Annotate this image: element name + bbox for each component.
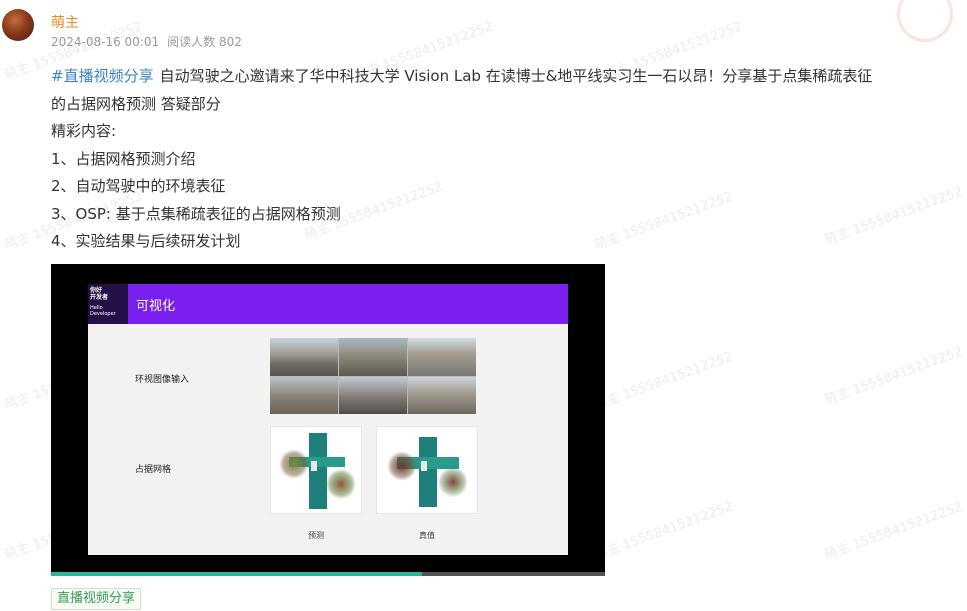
- video-progress-fill: [51, 572, 423, 576]
- hashtag-link[interactable]: #直播视频分享: [51, 67, 154, 85]
- slide-header: 你好 开发者 Hello Developer 可视化: [88, 284, 568, 324]
- post-text: 自动驾驶之心邀请来了华中科技大学 Vision Lab 在读博士&地平线实习生一…: [159, 67, 873, 85]
- occupancy-prediction-image: [270, 426, 362, 514]
- post-line: 的占据网格预测 答疑部分: [51, 94, 221, 113]
- caption-ground-truth: 真值: [419, 531, 435, 540]
- camera-image: [339, 376, 407, 414]
- camera-image: [408, 338, 476, 376]
- slide-logo: 你好 开发者 Hello Developer: [88, 284, 128, 324]
- list-item: 4、实验结果与后续研发计划: [51, 232, 241, 250]
- video-player[interactable]: 你好 开发者 Hello Developer 可视化 环视图像输入 占据网格 预…: [51, 264, 605, 576]
- post-line: 精彩内容:: [51, 122, 117, 140]
- list-item: 2、自动驾驶中的环境表征: [51, 177, 226, 195]
- topic-tag-button[interactable]: 直播视频分享: [51, 588, 142, 610]
- camera-image: [270, 338, 338, 376]
- occupancy-ground-truth-image: [376, 426, 478, 514]
- list-item: 1、占据网格预测介绍: [51, 149, 196, 168]
- post-meta: 2024-08-16 00:01 阅读人数 802: [51, 33, 242, 50]
- caption-prediction: 预测: [308, 531, 324, 540]
- post-datetime: 2024-08-16 00:01: [51, 35, 160, 49]
- surround-camera-images: [270, 338, 476, 414]
- row-label-occupancy: 占据网格: [135, 465, 172, 475]
- watermark-stamp: [897, 0, 953, 42]
- watermark: 萌主 15558415212252: [592, 499, 735, 564]
- author-name[interactable]: 萌主: [51, 12, 79, 32]
- watermark: 萌主 15558415212252: [592, 349, 735, 414]
- read-count: 阅读人数 802: [167, 35, 242, 49]
- camera-image: [270, 376, 338, 414]
- camera-image: [339, 338, 407, 376]
- post-line: #直播视频分享 自动驾驶之心邀请来了华中科技大学 Vision Lab 在读博士&…: [51, 63, 951, 91]
- video-progress-bar[interactable]: [51, 572, 605, 576]
- watermark: 萌主 15558415212252: [822, 499, 965, 564]
- slide-title: 可视化: [136, 299, 176, 314]
- post-body: #直播视频分享 自动驾驶之心邀请来了华中科技大学 Vision Lab 在读博士&…: [51, 63, 951, 256]
- video-slide: 你好 开发者 Hello Developer 可视化 环视图像输入 占据网格 预…: [88, 284, 568, 555]
- camera-image: [408, 376, 476, 414]
- list-item: 3、OSP: 基于点集稀疏表征的占据网格预测: [51, 204, 341, 223]
- avatar[interactable]: [2, 9, 34, 41]
- watermark: 萌主 15558415212252: [822, 344, 965, 409]
- row-label-images: 环视图像输入: [135, 375, 190, 385]
